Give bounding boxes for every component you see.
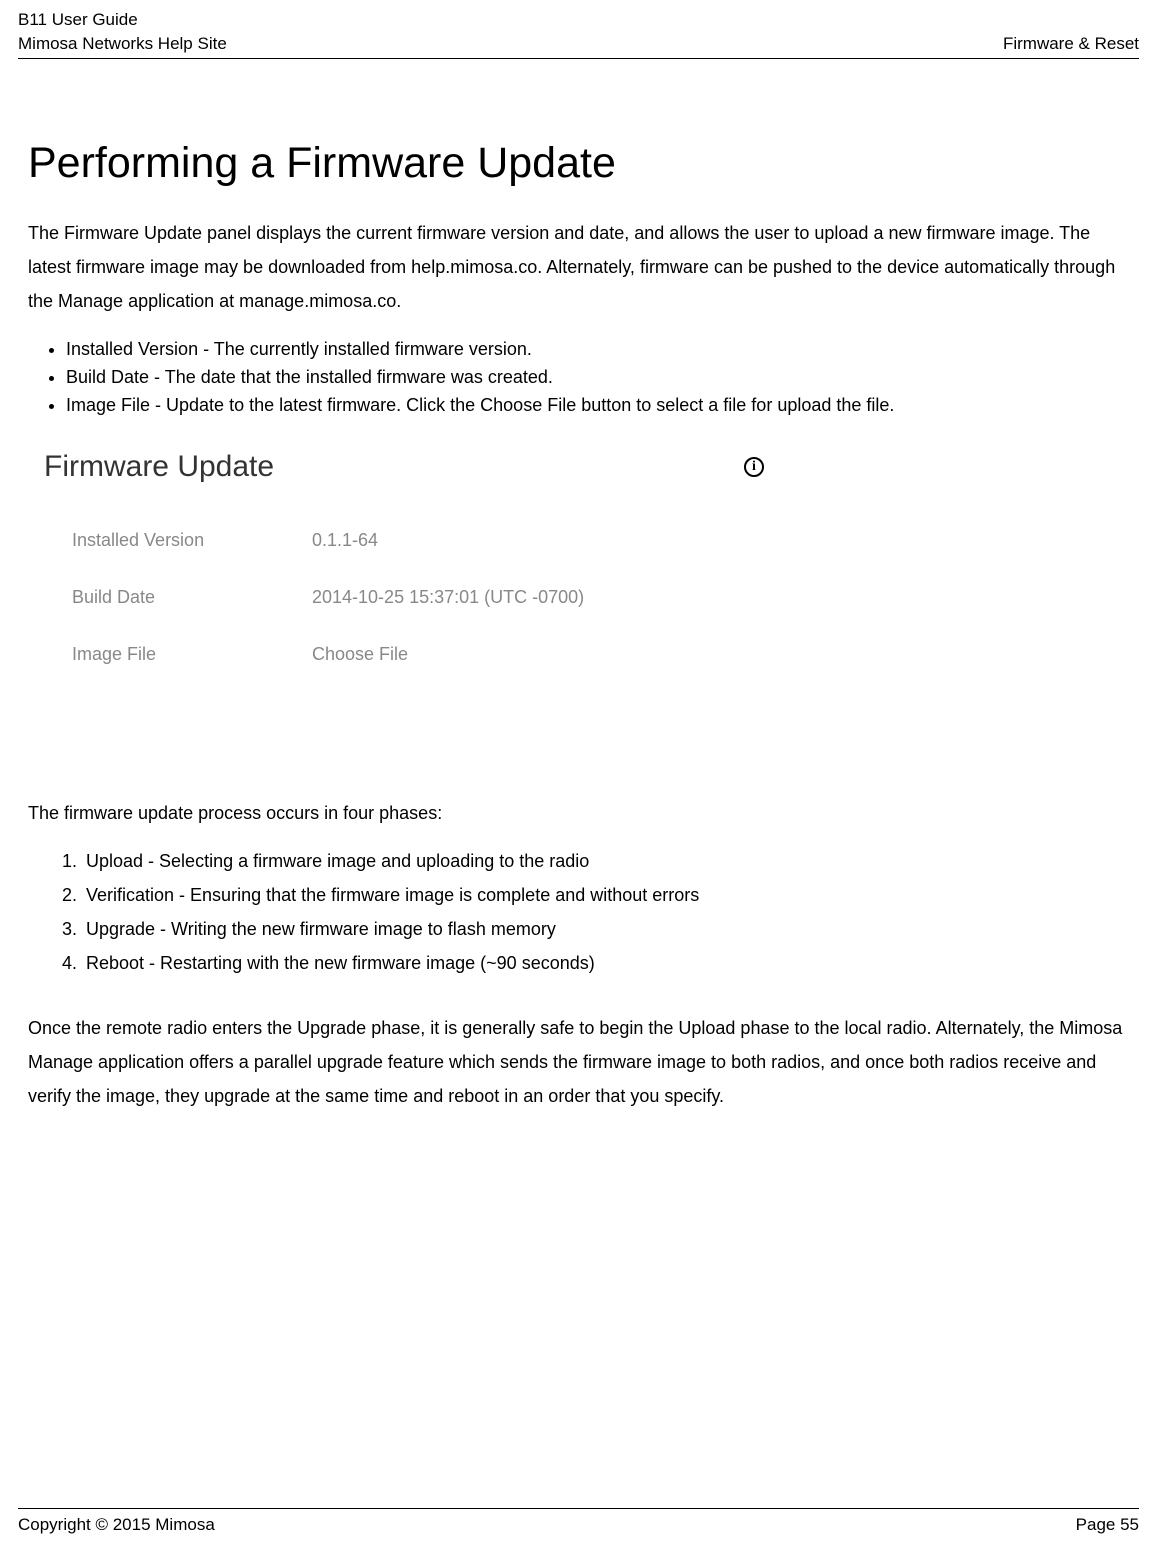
- page-title: Performing a Firmware Update: [28, 139, 1129, 188]
- build-date-row: Build Date 2014-10-25 15:37:01 (UTC -070…: [44, 569, 764, 626]
- intro-paragraph: The Firmware Update panel displays the c…: [28, 216, 1129, 319]
- closing-paragraph: Once the remote radio enters the Upgrade…: [28, 1011, 1129, 1114]
- copyright-text: Copyright © 2015 Mimosa: [18, 1515, 215, 1535]
- footer-divider: [18, 1508, 1139, 1509]
- header-divider: [18, 58, 1139, 59]
- image-file-row: Image File Choose File: [44, 626, 764, 683]
- site-title: Mimosa Networks Help Site: [18, 32, 227, 56]
- installed-version-row: Installed Version 0.1.1-64: [44, 512, 764, 569]
- phases-intro: The firmware update process occurs in fo…: [28, 803, 1129, 824]
- page-footer: Copyright © 2015 Mimosa Page 55: [18, 1508, 1139, 1535]
- info-icon[interactable]: i: [744, 457, 764, 477]
- build-date-value: 2014-10-25 15:37:01 (UTC -0700): [312, 587, 584, 608]
- image-file-label: Image File: [72, 644, 312, 665]
- phase-item: Verification - Ensuring that the firmwar…: [82, 878, 1129, 912]
- firmware-update-panel: Firmware Update i Installed Version 0.1.…: [44, 450, 764, 683]
- bullet-item: Image File - Update to the latest firmwa…: [66, 392, 1129, 420]
- section-title: Firmware & Reset: [1003, 32, 1139, 56]
- bullet-item: Installed Version - The currently instal…: [66, 336, 1129, 364]
- bullet-item: Build Date - The date that the installed…: [66, 364, 1129, 392]
- guide-title: B11 User Guide: [18, 8, 227, 32]
- installed-version-value: 0.1.1-64: [312, 530, 378, 551]
- phases-list: Upload - Selecting a firmware image and …: [82, 844, 1129, 981]
- phase-item: Upgrade - Writing the new firmware image…: [82, 912, 1129, 946]
- page-header: B11 User Guide Mimosa Networks Help Site…: [18, 8, 1139, 56]
- feature-bullet-list: Installed Version - The currently instal…: [66, 336, 1129, 420]
- build-date-label: Build Date: [72, 587, 312, 608]
- phase-item: Upload - Selecting a firmware image and …: [82, 844, 1129, 878]
- choose-file-button[interactable]: Choose File: [312, 644, 408, 665]
- installed-version-label: Installed Version: [72, 530, 312, 551]
- phase-item: Reboot - Restarting with the new firmwar…: [82, 946, 1129, 980]
- panel-title: Firmware Update: [44, 450, 274, 484]
- page-number: Page 55: [1076, 1515, 1139, 1535]
